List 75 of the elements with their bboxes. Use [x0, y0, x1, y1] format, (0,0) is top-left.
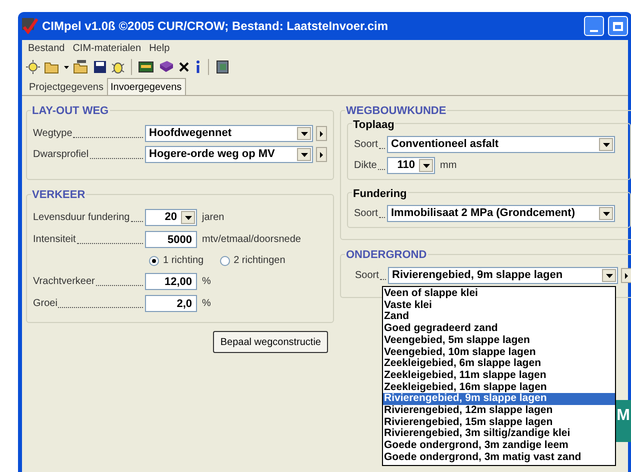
tab[interactable]: Projectgegevens	[26, 80, 106, 95]
dropdown-option[interactable]: Zeekleigebied, 11m slappe lagen	[383, 370, 615, 382]
unit-label: %	[202, 297, 211, 311]
leader-line	[378, 217, 385, 218]
more-button[interactable]	[316, 126, 327, 141]
close-icon[interactable]	[178, 60, 190, 74]
radio-button[interactable]	[220, 256, 230, 266]
radio-label: 1 richting	[163, 254, 204, 268]
field-label: Groei	[33, 297, 58, 311]
menu-item[interactable]: CIM-materialen	[72, 40, 142, 56]
field-label: Dwarsprofiel	[33, 148, 89, 162]
unit-label: mm	[440, 159, 457, 173]
leader-line	[90, 158, 143, 159]
input-field[interactable]: 2,0	[145, 295, 197, 312]
field-label: Soort	[354, 207, 378, 221]
unit-label: %	[202, 275, 211, 289]
field-label: Levensduur fundering	[33, 211, 130, 225]
radio-button[interactable]	[149, 256, 159, 266]
dropdown-option[interactable]: Veengebied, 10m slappe lagen	[383, 346, 615, 358]
minimize-button[interactable]	[584, 16, 604, 36]
dropdown-option[interactable]: Goed gegradeerd zand	[383, 323, 615, 335]
input-field[interactable]: 12,00	[145, 273, 197, 290]
more-button[interactable]	[316, 147, 327, 162]
menu-item[interactable]: Bestand	[28, 40, 65, 56]
leader-line	[96, 285, 143, 286]
dropdown-option[interactable]: Zand	[383, 311, 615, 324]
dropdown-field[interactable]: 110	[387, 157, 435, 174]
leader-line	[76, 243, 143, 244]
leader-line	[130, 221, 143, 222]
leader-line	[378, 148, 385, 149]
maximize-button[interactable]	[608, 16, 628, 36]
app-icon	[22, 18, 38, 34]
bug-icon[interactable]	[111, 60, 125, 74]
board-icon[interactable]	[138, 60, 154, 74]
info-icon[interactable]	[194, 60, 202, 74]
leader-line	[380, 279, 386, 280]
field-label: Dikte	[354, 159, 377, 173]
radio-label: 2 richtingen	[234, 254, 286, 268]
input-field[interactable]: 5000	[145, 231, 197, 248]
calculate-button[interactable]: Bepaal wegconstructie	[213, 331, 328, 353]
dropdown-field[interactable]: Hogere-orde weg op MV	[145, 146, 313, 163]
unit-label: jaren	[202, 211, 224, 225]
dropdown-option[interactable]: Veengebied, 5m slappe lagen	[383, 334, 615, 347]
group-title: Toplaag	[352, 117, 396, 134]
dropdown-option[interactable]: Rivierengebied, 9m slappe lagen	[383, 393, 615, 406]
dropdown-option[interactable]: Vaste klei	[383, 300, 615, 312]
tab[interactable]: Invoergegevens	[106, 78, 186, 95]
field-label: Soort	[354, 138, 378, 152]
dropdown-option[interactable]: Goede ondergrond, 3m zandige leem	[383, 440, 615, 452]
field-label: Wegtype	[33, 127, 72, 141]
dropdown-field[interactable]: Rivierengebied, 9m slappe lagen	[388, 267, 618, 284]
dropdown-option[interactable]: Zeekleigebied, 16m slappe lagen	[383, 382, 615, 394]
folder-icon[interactable]	[73, 60, 89, 74]
menu-item[interactable]: Help	[149, 40, 170, 56]
save-icon[interactable]	[93, 60, 107, 74]
field-label: Intensiteit	[33, 233, 76, 247]
unit-label: mtv/etmaal/doorsnede	[202, 233, 301, 247]
triangle-right-icon	[320, 130, 323, 136]
leader-line	[73, 137, 143, 138]
open-folder-icon[interactable]	[44, 60, 60, 74]
leader-line	[378, 169, 385, 170]
more-button[interactable]	[621, 268, 631, 283]
dropdown-option[interactable]: Veen of slappe klei	[383, 288, 615, 300]
triangle-right-icon	[625, 272, 628, 278]
dropdown-field[interactable]: Hoofdwegennet	[145, 125, 313, 142]
triangle-right-icon	[320, 152, 323, 158]
dropdown-field[interactable]: Conventioneel asfalt	[387, 136, 615, 153]
dropdown-field[interactable]: Immobilisaat 2 MPa (Grondcement)	[387, 205, 615, 222]
window-title: CIMpel v1.0ß ©2005 CUR/CROW; Bestand: LaatsteInvoer.cim	[42, 18, 390, 35]
dropdown-option[interactable]: Zeekleigebied, 6m slappe lagen	[383, 358, 615, 370]
dropdown-option[interactable]: Goede ondergrond, 3m matig vast zand	[383, 452, 615, 464]
field-label: Vrachtverkeer	[33, 275, 95, 289]
dropdown-field[interactable]: 20	[145, 209, 197, 226]
group-title: Fundering	[352, 186, 408, 202]
field-label: Soort	[355, 269, 379, 283]
